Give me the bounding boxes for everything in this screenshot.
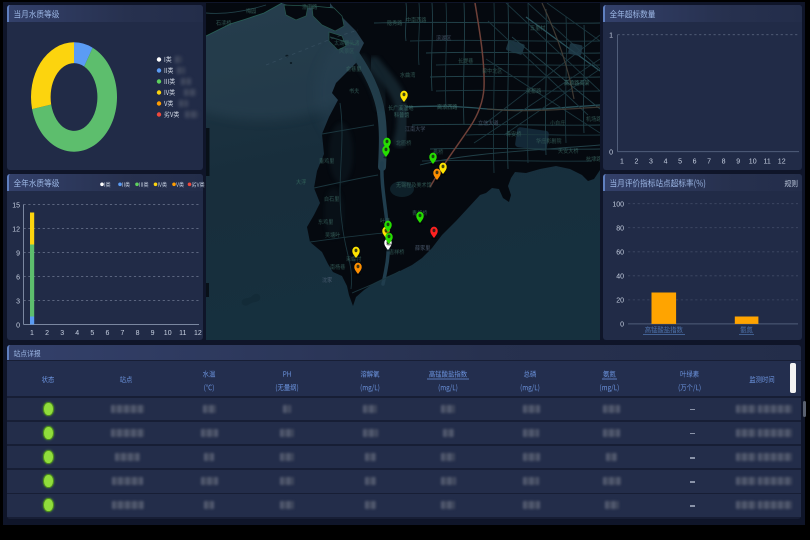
svg-text:0: 0	[620, 322, 624, 329]
svg-text:80: 80	[616, 225, 624, 232]
svg-text:7: 7	[707, 158, 711, 165]
svg-text:1: 1	[30, 330, 34, 337]
svg-text:12: 12	[778, 158, 786, 165]
svg-text:4: 4	[75, 330, 79, 337]
svg-text:6: 6	[105, 330, 109, 337]
svg-text:8: 8	[136, 330, 140, 337]
svg-text:10: 10	[164, 330, 172, 337]
svg-text:60: 60	[616, 250, 624, 257]
svg-text:12: 12	[12, 226, 20, 233]
svg-text:3: 3	[649, 158, 653, 165]
svg-text:0: 0	[609, 149, 613, 156]
svg-text:1: 1	[609, 32, 613, 39]
svg-text:11: 11	[179, 330, 186, 337]
svg-text:15: 15	[12, 202, 20, 209]
svg-text:40: 40	[616, 274, 624, 281]
svg-text:100: 100	[612, 201, 624, 208]
svg-text:5: 5	[90, 330, 94, 337]
svg-text:12: 12	[194, 330, 202, 337]
svg-text:5: 5	[678, 158, 682, 165]
svg-text:2: 2	[635, 158, 639, 165]
svg-text:1: 1	[620, 158, 624, 165]
svg-text:6: 6	[693, 158, 697, 165]
svg-text:3: 3	[16, 298, 20, 305]
svg-text:4: 4	[664, 158, 668, 165]
svg-text:9: 9	[736, 158, 740, 165]
svg-text:9: 9	[16, 250, 20, 257]
svg-text:10: 10	[749, 158, 757, 165]
svg-text:8: 8	[722, 158, 726, 165]
svg-text:2: 2	[45, 330, 49, 337]
svg-text:3: 3	[60, 330, 64, 337]
svg-text:20: 20	[616, 298, 624, 305]
svg-text:7: 7	[121, 330, 125, 337]
svg-text:11: 11	[764, 158, 771, 165]
svg-text:6: 6	[16, 274, 20, 281]
svg-text:0: 0	[16, 322, 20, 329]
svg-text:9: 9	[151, 330, 155, 337]
